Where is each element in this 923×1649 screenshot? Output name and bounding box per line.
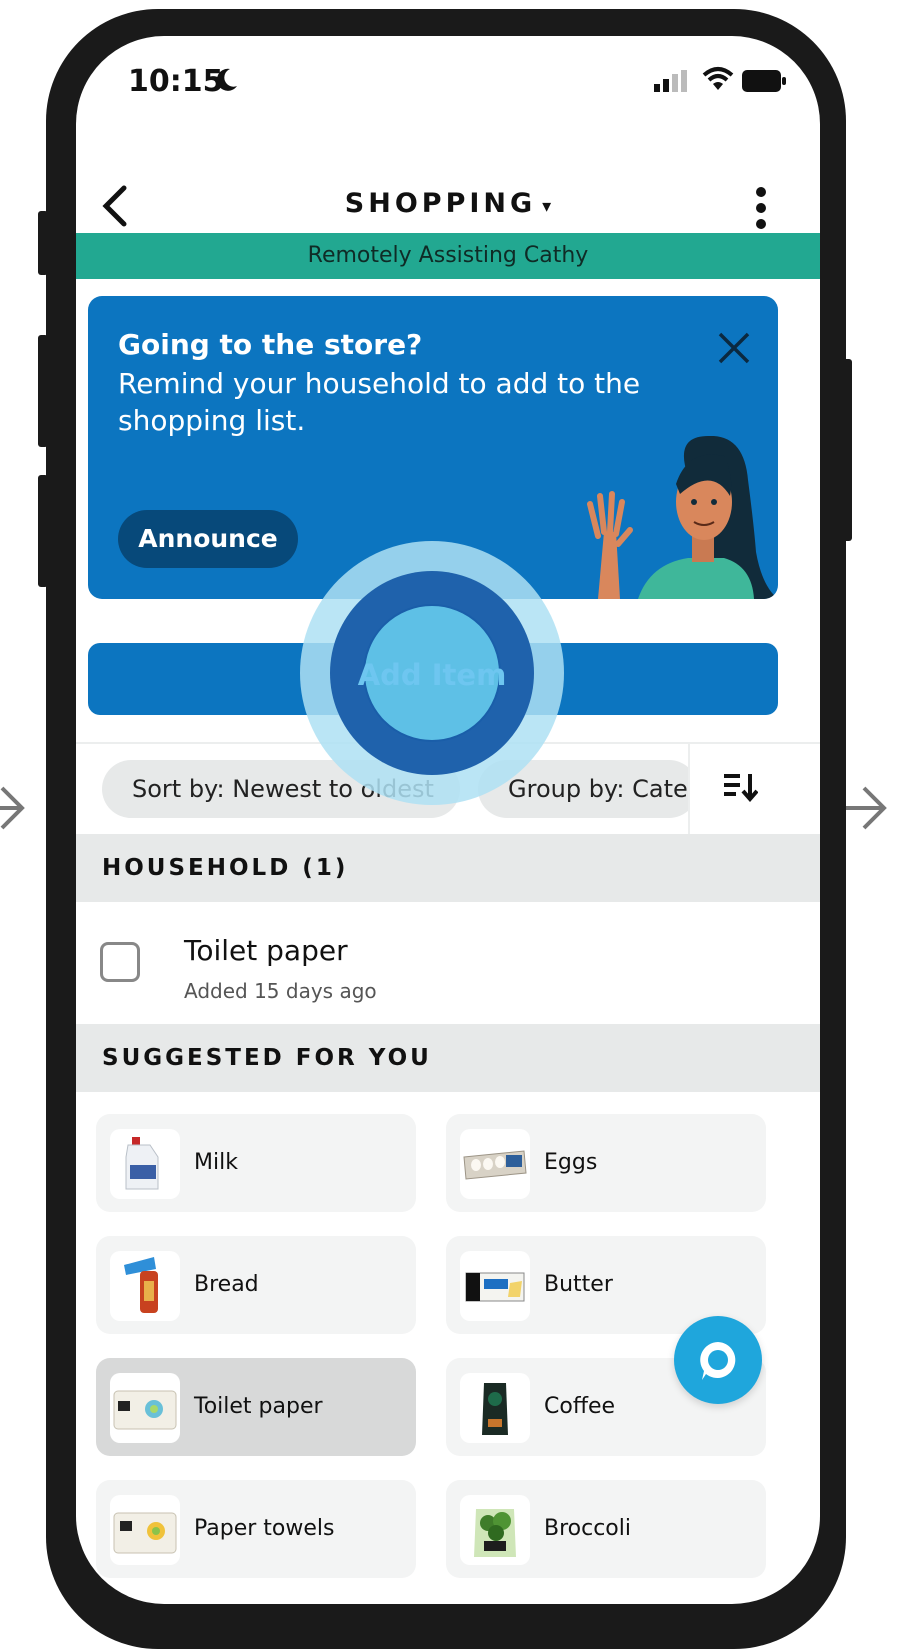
suggestion-label: Toilet paper [194,1394,323,1419]
item-name: Toilet paper [184,934,348,967]
promo-card: Going to the store? Remind your househol… [88,296,778,599]
battery-icon [742,70,786,92]
cellular-signal-icon [654,70,687,92]
bread-icon [110,1251,180,1321]
status-time: 10:15 [128,64,224,99]
suggestion-label: Milk [194,1150,238,1175]
milk-jug-icon [110,1129,180,1199]
suggestion-label: Broccoli [544,1516,631,1541]
alexa-icon [700,1342,736,1380]
list-item[interactable]: Toilet paper Added 15 days ago [76,902,820,1024]
wifi-icon [702,67,734,90]
more-vertical-icon[interactable] [746,186,776,230]
suggestion-label: Bread [194,1272,259,1297]
household-header: HOUSEHOLD (1) [76,834,820,902]
suggestion-card-bread[interactable]: Bread [96,1236,416,1334]
sort-icon [724,774,758,802]
sort-button[interactable] [688,744,820,836]
egg-carton-icon [460,1129,530,1199]
waving-woman-illustration [587,436,778,599]
suggested-header: SUGGESTED FOR YOU [76,1024,820,1092]
suggestion-label: Butter [544,1272,613,1297]
suggestion-card-paper-towels[interactable]: Paper towels [96,1480,416,1578]
sort-group-bar: Sort by: Newest to oldest Group by: Cate… [76,742,820,836]
promo-body: Remind your household to add to the shop… [118,367,641,437]
left-arrow-icon [0,786,25,830]
butter-icon [460,1251,530,1321]
suggestion-card-milk[interactable]: Milk [96,1114,416,1212]
suggestion-label: Eggs [544,1150,598,1175]
suggestion-label: Coffee [544,1394,616,1419]
group-chip[interactable]: Group by: Category [478,760,698,818]
suggestion-label: Paper towels [194,1516,335,1541]
paper-towels-icon [110,1495,180,1565]
broccoli-icon [460,1495,530,1565]
page-title-text: SHOPPING [344,188,537,219]
app-screen: 10:15 SHOPPING ▾ Remotely Assisting Cath… [76,36,820,1604]
alexa-button[interactable] [674,1316,762,1404]
moon-icon [216,68,237,91]
toilet-paper-icon [110,1373,180,1443]
item-checkbox[interactable] [100,942,140,982]
remote-assist-banner: Remotely Assisting Cathy [76,233,820,279]
item-added-date: Added 15 days ago [184,979,377,1003]
suggestion-card-eggs[interactable]: Eggs [446,1114,766,1212]
suggestion-card-toilet-paper[interactable]: Toilet paper [96,1358,416,1456]
close-icon[interactable] [716,330,752,366]
caret-down-icon: ▾ [542,196,552,217]
promo-title: Going to the store? [118,328,423,361]
coffee-bag-icon [460,1373,530,1443]
add-item-button[interactable] [88,643,778,715]
sort-chip[interactable]: Sort by: Newest to oldest [102,760,460,818]
announce-button[interactable]: Announce [118,510,298,568]
status-bar: 10:15 [76,36,820,136]
page-title[interactable]: SHOPPING ▾ [76,188,820,219]
suggestion-card-broccoli[interactable]: Broccoli [446,1480,766,1578]
